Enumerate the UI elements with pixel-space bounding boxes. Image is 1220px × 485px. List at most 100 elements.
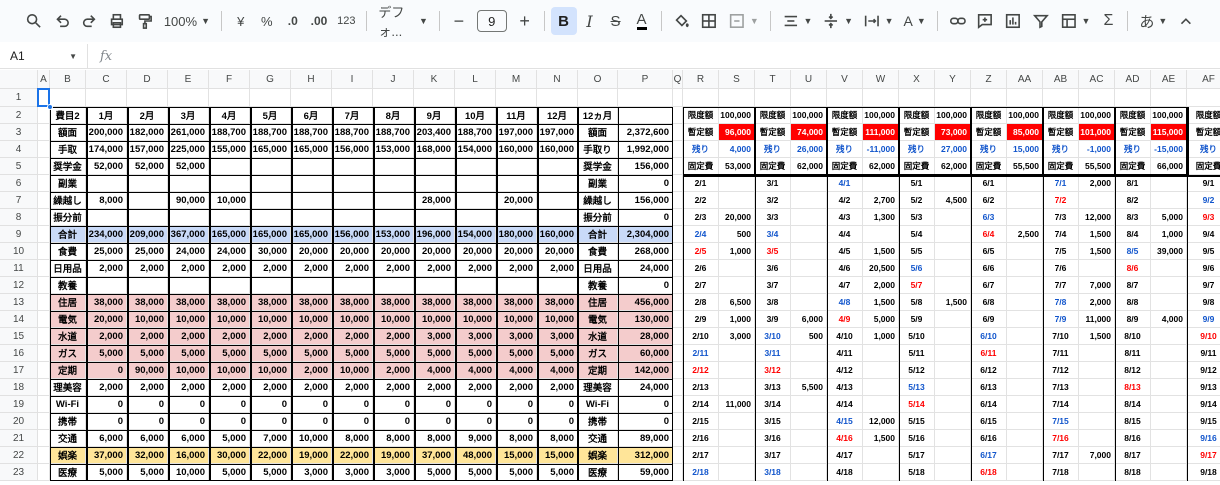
day-cell[interactable]: 6/13	[971, 379, 1006, 395]
value-cell[interactable]: 0	[618, 413, 672, 429]
value-cell[interactable]: 24,000	[168, 243, 208, 259]
month-block-label[interactable]: 限度額	[755, 107, 790, 123]
row-header[interactable]: 11	[0, 260, 38, 277]
value-cell[interactable]: 5,000	[209, 345, 249, 361]
increase-decimal-button[interactable]: .00	[306, 7, 333, 35]
value-cell[interactable]: 10,000	[250, 362, 290, 378]
day-amount-cell[interactable]	[863, 379, 898, 395]
day-cell[interactable]: 5/16	[899, 430, 934, 446]
category-label-cell[interactable]: 額面	[578, 124, 617, 140]
day-amount-cell[interactable]	[1151, 447, 1186, 463]
month-block-value[interactable]: 101,000	[1079, 124, 1114, 140]
column-header[interactable]: A	[38, 70, 50, 89]
value-cell[interactable]: 5,000	[537, 464, 577, 480]
day-amount-cell[interactable]: 6,500	[719, 294, 754, 310]
value-cell[interactable]: 9,000	[455, 430, 495, 446]
day-cell[interactable]: 3/9	[755, 311, 790, 327]
value-cell[interactable]: 203,400	[414, 124, 454, 140]
value-cell[interactable]: 5,000	[209, 430, 249, 446]
day-amount-cell[interactable]	[1007, 243, 1042, 259]
day-cell[interactable]: 7/9	[1043, 311, 1078, 327]
value-cell[interactable]: 15,000	[537, 447, 577, 463]
month-block-label[interactable]: 暫定額	[971, 124, 1006, 140]
value-cell[interactable]	[332, 175, 372, 191]
value-cell[interactable]: 156,000	[618, 158, 672, 174]
day-amount-cell[interactable]	[1007, 430, 1042, 446]
value-cell[interactable]	[373, 192, 413, 208]
day-amount-cell[interactable]	[1007, 413, 1042, 429]
value-cell[interactable]: 2,000	[86, 328, 126, 344]
value-cell[interactable]: 5,000	[168, 345, 208, 361]
day-cell[interactable]: 8/12	[1115, 362, 1150, 378]
day-cell[interactable]: 8/1	[1115, 175, 1150, 191]
day-amount-cell[interactable]	[935, 277, 970, 293]
value-cell[interactable]: 32,000	[127, 447, 167, 463]
month-block-label[interactable]: 暫定額	[1187, 124, 1220, 140]
value-cell[interactable]: 200,000	[86, 124, 126, 140]
day-amount-cell[interactable]	[791, 430, 826, 446]
value-cell[interactable]: 155,000	[209, 141, 249, 157]
day-cell[interactable]: 8/2	[1115, 192, 1150, 208]
category-label-cell[interactable]: 日用品	[50, 260, 85, 276]
decrease-font-size-button[interactable]: −	[446, 7, 472, 35]
value-cell[interactable]: 165,000	[291, 226, 331, 242]
day-cell[interactable]: 6/2	[971, 192, 1006, 208]
value-cell[interactable]: 5,000	[250, 464, 290, 480]
day-cell[interactable]: 4/18	[827, 464, 862, 480]
value-cell[interactable]: 0	[250, 396, 290, 412]
value-cell[interactable]: 2,000	[291, 379, 331, 395]
day-cell[interactable]: 8/5	[1115, 243, 1150, 259]
value-cell[interactable]: 15,000	[496, 447, 536, 463]
column-header[interactable]: D	[127, 70, 168, 89]
day-amount-cell[interactable]	[1007, 209, 1042, 225]
value-cell[interactable]: 142,000	[618, 362, 672, 378]
value-cell[interactable]: 24,000	[618, 379, 672, 395]
category-label-cell[interactable]: 交通	[578, 430, 617, 446]
day-amount-cell[interactable]: 1,500	[1079, 226, 1114, 242]
day-amount-cell[interactable]	[1007, 362, 1042, 378]
day-cell[interactable]: 8/16	[1115, 430, 1150, 446]
day-cell[interactable]: 4/6	[827, 260, 862, 276]
day-cell[interactable]: 4/8	[827, 294, 862, 310]
category-label-cell[interactable]: 繰越し	[578, 192, 617, 208]
value-cell[interactable]: 20,000	[537, 243, 577, 259]
row-header[interactable]: 21	[0, 430, 38, 447]
value-cell[interactable]: 5,000	[455, 345, 495, 361]
month-block-label[interactable]: 暫定額	[1115, 124, 1150, 140]
day-cell[interactable]: 4/3	[827, 209, 862, 225]
value-cell[interactable]: 48,000	[455, 447, 495, 463]
day-amount-cell[interactable]	[791, 226, 826, 242]
value-cell[interactable]: 2,000	[86, 379, 126, 395]
day-cell[interactable]: 3/13	[755, 379, 790, 395]
day-amount-cell[interactable]	[863, 345, 898, 361]
column-header[interactable]: G	[250, 70, 291, 89]
value-cell[interactable]	[291, 175, 331, 191]
value-cell[interactable]: 154,000	[455, 141, 495, 157]
row-header[interactable]: 18	[0, 379, 38, 396]
value-cell[interactable]: 10,000	[209, 311, 249, 327]
value-cell[interactable]: 3月	[168, 107, 208, 123]
value-cell[interactable]: 0	[291, 396, 331, 412]
month-block-value[interactable]: 85,000	[1007, 124, 1042, 140]
day-cell[interactable]: 7/10	[1043, 328, 1078, 344]
value-cell[interactable]: 156,000	[332, 226, 372, 242]
value-cell[interactable]	[537, 192, 577, 208]
day-cell[interactable]: 6/14	[971, 396, 1006, 412]
day-cell[interactable]: 8/17	[1115, 447, 1150, 463]
value-cell[interactable]	[455, 209, 495, 225]
day-cell[interactable]: 7/17	[1043, 447, 1078, 463]
day-cell[interactable]: 7/18	[1043, 464, 1078, 480]
day-cell[interactable]: 2/18	[683, 464, 718, 480]
day-cell[interactable]: 2/7	[683, 277, 718, 293]
column-header[interactable]: B	[50, 70, 86, 89]
value-cell[interactable]: 3,000	[455, 328, 495, 344]
value-cell[interactable]: 2,000	[537, 379, 577, 395]
month-block-value[interactable]: 100,000	[719, 107, 754, 123]
month-block-value[interactable]: 55,500	[1079, 158, 1114, 174]
value-cell[interactable]: 5,000	[414, 464, 454, 480]
day-amount-cell[interactable]	[935, 413, 970, 429]
row-header[interactable]: 15	[0, 328, 38, 345]
day-cell[interactable]: 6/11	[971, 345, 1006, 361]
day-amount-cell[interactable]: 5,000	[1151, 209, 1186, 225]
row-header[interactable]: 9	[0, 226, 38, 243]
